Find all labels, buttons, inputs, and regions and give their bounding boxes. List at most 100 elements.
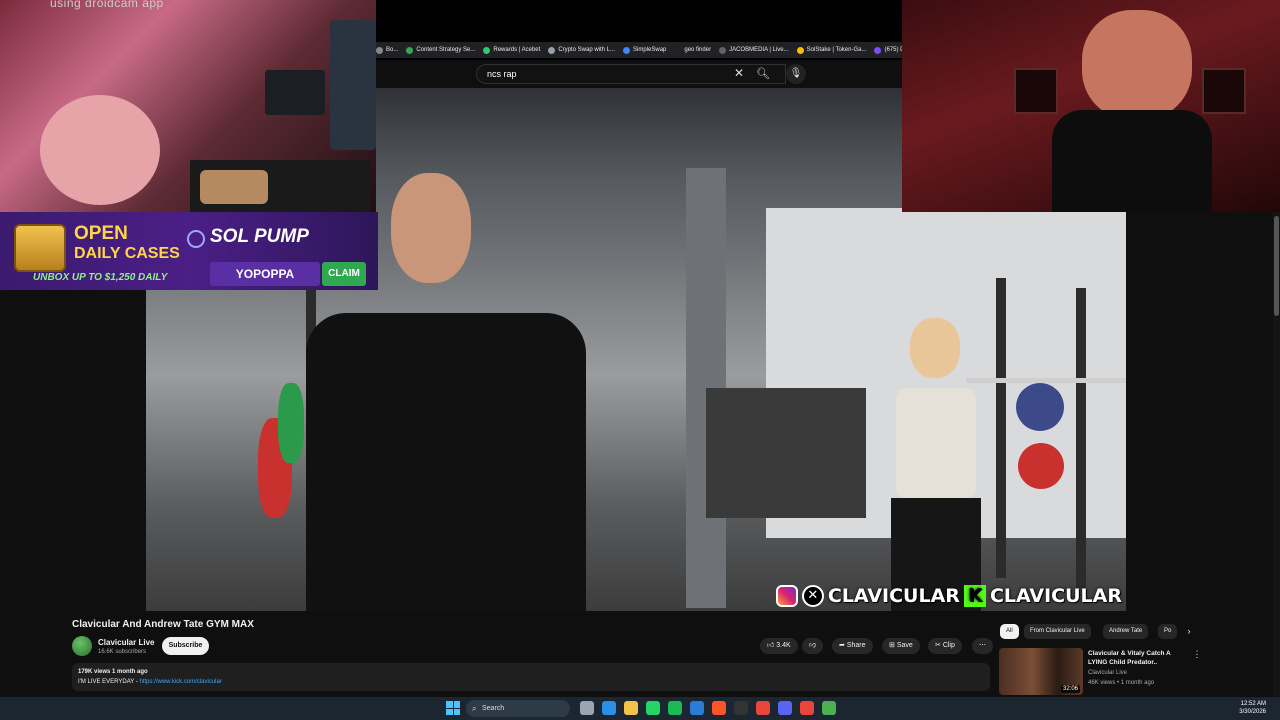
woman-in-white-top	[876, 318, 996, 611]
chip-more[interactable]: Po	[1158, 624, 1178, 639]
screen: ✕ CLAVICULAR K CLAVICULAR Bo... Content S…	[0, 0, 1280, 720]
description-box[interactable]: 179K views 1 month ago I'M LIVE EVERYDAY…	[72, 663, 990, 691]
instagram-icon	[775, 585, 798, 607]
clock-time: 12:52 AM	[1240, 701, 1266, 707]
start-icon[interactable]	[446, 701, 460, 715]
microphone-icon[interactable]: 🎙︎	[786, 64, 806, 84]
scroll-thumb[interactable]	[1274, 216, 1279, 316]
chrome-alt-icon[interactable]	[800, 701, 814, 715]
edge-icon[interactable]	[602, 701, 616, 715]
bookmark-favicon-icon	[874, 46, 882, 54]
chrome-icon[interactable]	[756, 701, 770, 715]
bookmark-item[interactable]: Content Strategy Se...	[406, 46, 475, 54]
bookmark-label: (675) Dis	[884, 47, 902, 53]
related-title[interactable]: Clavicular & Vitaly Catch A LYING Child …	[1088, 649, 1182, 667]
thumbs-up-icon: 👍︎	[767, 642, 777, 649]
dumbbell-rack	[706, 388, 866, 518]
clip-label: Clip	[942, 642, 955, 649]
clear-search-icon[interactable]: ✕	[732, 65, 746, 81]
vscode-icon[interactable]	[690, 701, 704, 715]
chip-all[interactable]: All	[1000, 624, 1019, 639]
watermark-handle-2: CLAVICULAR	[989, 585, 1122, 607]
squat-rack-right	[996, 278, 1006, 578]
webcam-right	[902, 0, 1280, 212]
streamer-head	[1082, 10, 1192, 120]
channel-name[interactable]: Clavicular Live	[98, 638, 154, 647]
like-count: 3.4K	[776, 642, 791, 649]
related-channel[interactable]: Clavicular Live	[1088, 670, 1127, 676]
description-prefix: I'M LIVE EVERYDAY -	[78, 679, 140, 685]
wall-frame-right	[1202, 68, 1246, 114]
folder-icon[interactable]	[624, 701, 638, 715]
share-label: Share	[846, 642, 866, 649]
bookmark-favicon-icon	[406, 46, 414, 54]
bookmark-item[interactable]: Rewards | Acebet	[483, 46, 541, 54]
page-scrollbar[interactable]	[1273, 212, 1280, 697]
chrome-profile-icon[interactable]	[822, 701, 836, 715]
laptop	[265, 70, 325, 115]
tray	[200, 170, 268, 204]
more-vert-icon[interactable]: ⋮	[1192, 649, 1202, 663]
duration-badge: 32:06	[1060, 685, 1080, 693]
bookmark-item[interactable]: SimpleSwap	[623, 46, 667, 54]
video-title: Clavicular And Andrew Tate GYM MAX	[72, 619, 254, 630]
chevron-right-icon[interactable]: ›	[1182, 624, 1196, 639]
search-icon[interactable]: 🔍︎	[748, 64, 778, 84]
share-button[interactable]: ➦ Share	[832, 638, 873, 654]
bookmark-favicon-icon	[623, 46, 631, 54]
bookmark-item[interactable]: SolStake | Token-Ga...	[796, 46, 866, 54]
sponsor-banner[interactable]: OPEN DAILY CASES UNBOX UP TO $1,250 DAIL…	[0, 212, 378, 290]
bookmark-item[interactable]: Bo...	[376, 46, 399, 54]
ad-headline-daily: DAILY CASES	[74, 245, 180, 262]
bookmark-item[interactable]: geo finder	[674, 46, 712, 54]
subscribe-button[interactable]: Subscribe	[162, 637, 209, 655]
bookmark-label: SimpleSwap	[633, 47, 667, 53]
scissors-icon: ✂	[935, 642, 943, 649]
bookmark-icon: ⊞	[889, 642, 897, 649]
bookmark-favicon-icon	[548, 46, 556, 54]
related-meta: 46K views • 1 month ago	[1088, 680, 1155, 686]
save-label: Save	[896, 642, 913, 649]
like-button[interactable]: 👍︎ 3.4K	[760, 638, 798, 654]
system-clock[interactable]: 12:52 AM 3/30/2026	[1222, 700, 1266, 716]
claim-button[interactable]: CLAIM	[322, 262, 366, 286]
bookmark-label: JACOBMEDIA | Live...	[729, 47, 789, 53]
bookmark-favicon-icon	[376, 46, 383, 54]
channel-avatar[interactable]	[72, 636, 92, 656]
streamer-shirt	[1052, 110, 1212, 212]
dislike-button[interactable]: 👎︎	[802, 638, 824, 654]
brave-icon[interactable]	[712, 701, 726, 715]
save-button[interactable]: ⊞ Save	[882, 638, 920, 654]
bookmark-label: Bo...	[386, 47, 399, 53]
clip-button[interactable]: ✂ Clip	[928, 638, 962, 654]
x-icon: ✕	[801, 585, 824, 607]
hand	[40, 95, 160, 205]
bookmark-favicon-icon	[483, 46, 491, 54]
ad-brand: SOL PUMP	[210, 226, 309, 247]
social-watermark: ✕ CLAVICULAR K CLAVICULAR	[775, 583, 1122, 609]
kick-link[interactable]: https://www.kick.com/clavicular	[140, 679, 222, 685]
related-thumbnail[interactable]: 32:06	[999, 648, 1083, 695]
webcam-left: using droidcam app	[0, 0, 376, 212]
more-actions-button[interactable]: ⋯	[972, 638, 993, 654]
bookmark-label: Crypto Swap with L...	[558, 47, 616, 53]
chip-andrew-tate[interactable]: Andrew Tate	[1103, 624, 1149, 639]
terminal-icon[interactable]	[734, 701, 748, 715]
file-explorer-icon[interactable]	[580, 701, 594, 715]
bookmark-item[interactable]: Crypto Swap with L...	[548, 46, 616, 54]
discord-icon[interactable]	[778, 701, 792, 715]
promo-code: YOPOPPA	[210, 262, 320, 286]
red-plate-right	[1018, 443, 1064, 489]
taskbar: ⌕ Search 12:52 AM 3/30/2026	[0, 697, 1280, 720]
video-info: Clavicular And Andrew Tate GYM MAX Clavi…	[0, 611, 1280, 697]
bookmark-label: Rewards | Acebet	[493, 47, 541, 53]
bookmark-item[interactable]: JACOBMEDIA | Live...	[719, 46, 789, 54]
kick-icon: K	[963, 585, 986, 607]
bookmark-label: geo finder	[684, 47, 712, 53]
view-stats: 179K views 1 month ago	[78, 669, 148, 675]
bookmark-item[interactable]: (675) Dis	[874, 46, 902, 54]
spotify-icon[interactable]	[668, 701, 682, 715]
whatsapp-icon[interactable]	[646, 701, 660, 715]
taskbar-search[interactable]: ⌕ Search	[466, 700, 570, 717]
chip-from-channel[interactable]: From Clavicular Live	[1024, 624, 1091, 639]
